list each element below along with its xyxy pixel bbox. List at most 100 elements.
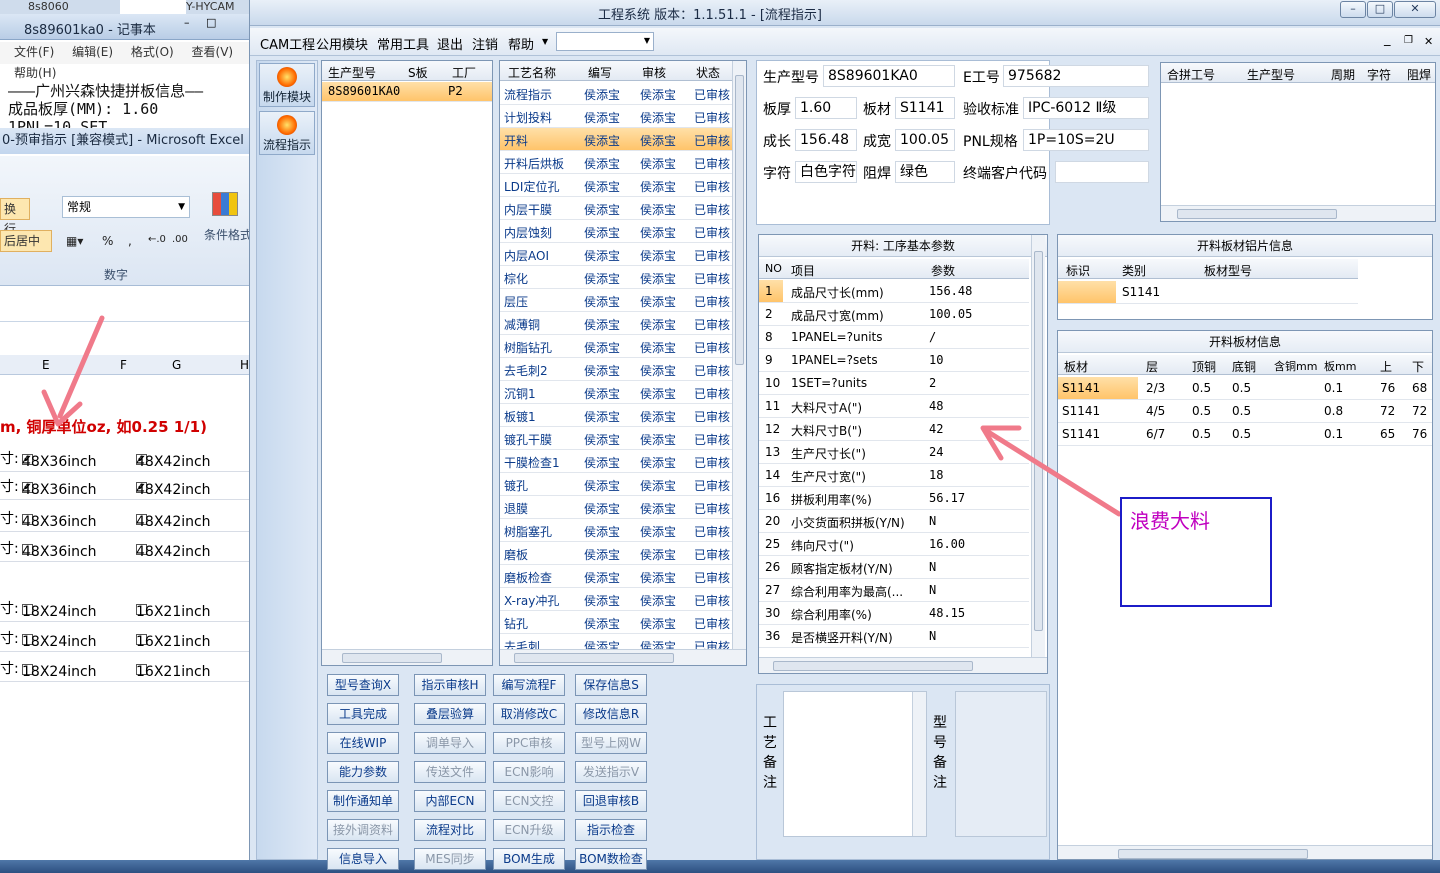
close-button[interactable]: ✕ [1394,1,1436,18]
menu-combo[interactable]: ▼ [556,32,654,51]
menu-help[interactable]: 帮助 [508,34,534,53]
action-button[interactable]: ECN文控 [493,790,565,812]
table-row[interactable]: 干膜检查1 侯添宝 侯添宝 已审核 [500,450,732,473]
column-header[interactable]: F [120,358,127,372]
action-button[interactable]: 取消修改C [493,703,565,725]
mdi-minimize-button[interactable]: _ [1384,32,1391,47]
action-button[interactable]: 传送文件 [414,761,486,783]
conditional-format-icon[interactable] [212,192,238,216]
table-row[interactable]: 27 综合利用率为最高(... N [759,579,1029,602]
len-field[interactable]: 156.48 [795,129,857,151]
table-row[interactable]: 内层干膜 侯添宝 侯添宝 已审核 [500,197,732,220]
column-header[interactable]: S板 [408,64,428,81]
y-tab[interactable]: Y-HYCAM [186,0,252,14]
table-row[interactable]: 寸: ✔ 48X36inch ✔ 48X42inch [0,470,252,500]
vertical-scrollbar[interactable] [732,61,746,649]
horizontal-scrollbar[interactable] [322,649,492,665]
number-format-select[interactable]: 常规 ▼ [62,196,190,218]
table-row[interactable]: 寸: ✔ 48X36inch ✔ 48X42inch [0,442,252,472]
table-row[interactable]: 36 是否横竖开料(Y/N) N [759,625,1029,648]
table-row[interactable]: 25 纬向尺寸(") 16.00 [759,533,1029,556]
column-header[interactable]: 周期 [1331,66,1355,83]
table-row[interactable]: LDI定位孔 侯添宝 侯添宝 已审核 [500,174,732,197]
column-header[interactable]: 生产型号 [1247,66,1295,83]
column-header[interactable]: 参数 [931,262,955,279]
increase-decimal-icon[interactable]: ←.0 [148,234,166,245]
excel-titlebar[interactable]: 0-预审指示 [兼容模式] - Microsoft Excel [0,128,252,154]
table-row[interactable]: 磨板 侯添宝 侯添宝 已审核 [500,542,732,565]
horizontal-scrollbar[interactable] [759,657,1047,673]
table-row[interactable]: 镀孔 侯添宝 侯添宝 已审核 [500,473,732,496]
column-header[interactable]: 含铜mm [1274,358,1317,374]
formula-bar[interactable] [0,298,252,322]
table-row[interactable]: 寸: 18X24inch 16X21inch [0,622,252,652]
action-button[interactable]: BOM数检查 [575,848,647,870]
action-button[interactable]: 调单导入 [414,732,486,754]
currency-icon[interactable]: ▦▾ [66,234,83,248]
column-header[interactable]: 字符 [1367,66,1391,83]
action-button[interactable]: 在线WIP [327,732,399,754]
table-row[interactable]: 板镀1 侯添宝 侯添宝 已审核 [500,404,732,427]
main-titlebar[interactable]: 工程系统 版本：1.1.51.1 - [流程指示] – □ ✕ [250,0,1440,26]
action-button[interactable]: 指示检查 [575,819,647,841]
eno-field[interactable]: 975682 [1003,65,1149,87]
column-header[interactable]: 顶铜 [1192,358,1216,375]
action-button[interactable]: ECN影响 [493,761,565,783]
table-row[interactable]: 棕化 侯添宝 侯添宝 已审核 [500,266,732,289]
merge-center-button[interactable]: 后居中 [0,230,52,252]
table-row[interactable]: 退膜 侯添宝 侯添宝 已审核 [500,496,732,519]
action-button[interactable]: 流程对比 [414,819,486,841]
table-row[interactable]: 内层AOI 侯添宝 侯添宝 已审核 [500,243,732,266]
table-row[interactable]: 寸: 48X36inch 48X42inch [0,502,252,532]
table-row[interactable]: 沉铜1 侯添宝 侯添宝 已审核 [500,381,732,404]
action-button[interactable]: PPC审核 [493,732,565,754]
table-row[interactable]: 计划投料 侯添宝 侯添宝 已审核 [500,105,732,128]
excel-grid[interactable] [0,290,252,873]
notepad-minimize-button[interactable]: – [184,16,190,29]
table-row[interactable]: 8S89601KA0 P2 [322,82,492,102]
table-row[interactable]: 流程指示 侯添宝 侯添宝 已审核 [500,82,732,105]
column-header[interactable]: NO [765,262,782,275]
action-button[interactable]: 叠层验算 [414,703,486,725]
table-row[interactable]: 30 综合利用率(%) 48.15 [759,602,1029,625]
column-header[interactable]: 底铜 [1232,358,1256,375]
wid-field[interactable]: 100.05 [895,129,955,151]
wrap-text-button[interactable]: 换行 [0,198,30,236]
sidebar-item-flow[interactable]: 流程指示 [259,111,315,155]
table-row[interactable]: S1141 2/3 0.5 0.5 0.1 76 68 [1058,377,1432,400]
notepad-menu-file[interactable]: 文件(F) [14,45,54,59]
char-field[interactable]: 白色字符 [795,161,857,183]
column-header[interactable]: 编写 [588,64,612,81]
column-header[interactable]: 标识 [1066,262,1090,279]
column-header[interactable]: 合拼工号 [1167,66,1215,83]
column-header[interactable]: 工艺名称 [508,64,556,81]
table-row[interactable]: 26 顾客指定板材(Y/N) N [759,556,1029,579]
table-row[interactable]: 树脂钻孔 侯添宝 侯添宝 已审核 [500,335,732,358]
cust-field[interactable] [1055,161,1149,183]
decrease-decimal-icon[interactable]: .00 [172,234,188,245]
column-header[interactable]: 板材型号 [1204,262,1252,279]
model-remark-input[interactable] [955,691,1047,837]
notepad-maximize-button[interactable]: □ [206,16,216,29]
action-button[interactable]: 内部ECN [414,790,486,812]
table-row[interactable]: 寸: 48X36inch 48X42inch [0,532,252,562]
action-button[interactable]: 回退审核B [575,790,647,812]
table-row[interactable]: 开料 侯添宝 侯添宝 已审核 [500,128,732,151]
action-button[interactable]: MES同步 [414,848,486,870]
std-field[interactable]: IPC-6012 Ⅱ级 [1023,97,1149,119]
taskbar[interactable] [0,860,1440,873]
column-header[interactable]: 阻焊 [1407,66,1431,83]
column-header[interactable]: H [240,358,249,372]
column-header[interactable]: G [172,358,181,372]
notepad-menu-edit[interactable]: 编辑(E) [72,45,113,59]
table-row[interactable]: 减薄铜 侯添宝 侯添宝 已审核 [500,312,732,335]
table-row[interactable]: 镀孔干膜 侯添宝 侯添宝 已审核 [500,427,732,450]
column-header[interactable]: 上 [1380,358,1392,375]
table-row[interactable]: 内层蚀刻 侯添宝 侯添宝 已审核 [500,220,732,243]
action-button[interactable]: 指示审核H [414,674,486,696]
menu-common-tools[interactable]: 常用工具 [377,34,429,53]
action-button[interactable]: ECN升级 [493,819,565,841]
chevron-down-icon[interactable]: ▼ [542,37,548,46]
notepad-tab[interactable]: 8s8060 [0,0,120,14]
pnl-field[interactable]: 1P=10S=2U [1023,129,1149,151]
